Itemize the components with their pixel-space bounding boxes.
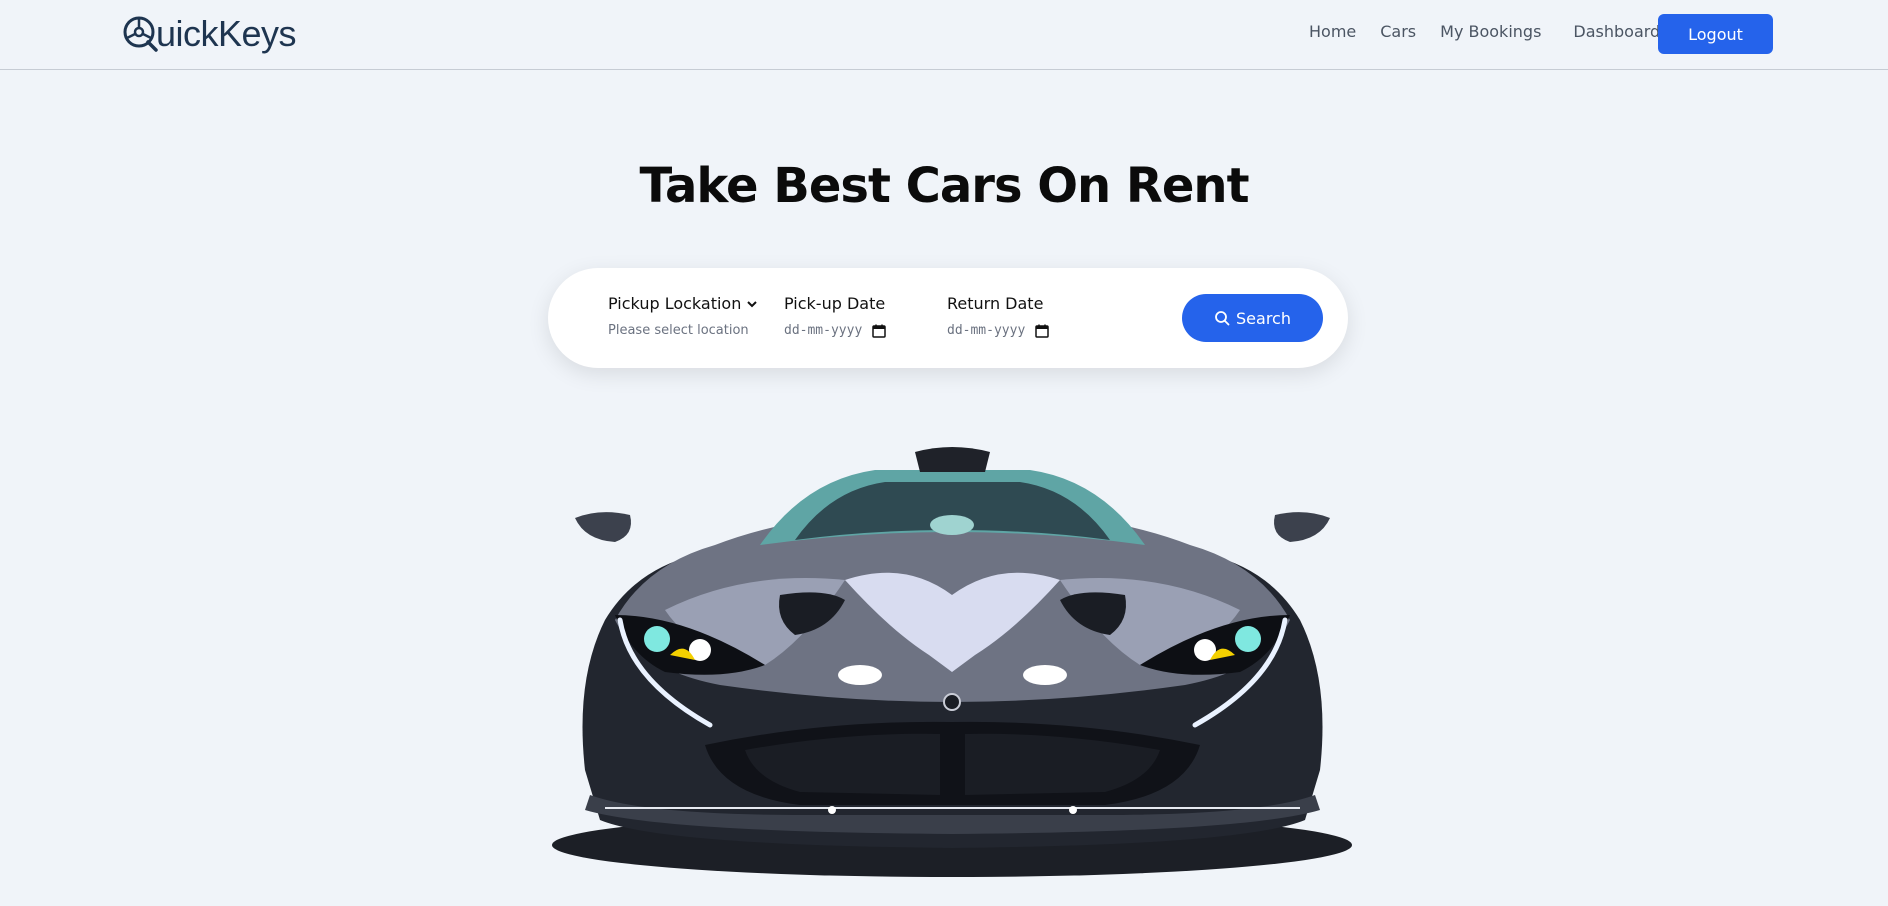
logo-text: uickKeys	[156, 13, 297, 54]
hero-title: Take Best Cars On Rent	[639, 158, 1249, 214]
steering-wheel-q-icon	[123, 16, 158, 52]
chevron-down-icon	[747, 300, 758, 307]
calendar-icon[interactable]	[1035, 324, 1050, 338]
nav-my-bookings-link[interactable]: My Bookings	[1440, 22, 1541, 41]
logo[interactable]: uickKeys	[122, 13, 297, 54]
navbar: uickKeys Home Cars My Bookings Dashboard…	[0, 0, 1888, 70]
search-bar: Pickup Lockation Please select location …	[548, 268, 1348, 368]
pickup-date-label: Pick-up Date	[784, 294, 886, 313]
nav-home-link[interactable]: Home	[1309, 22, 1356, 41]
pickup-location-label: Pickup Lockation	[608, 294, 742, 313]
pickup-date-field: Pick-up Date dd-mm-yyyy	[784, 294, 887, 338]
pickup-location-field[interactable]: Pickup Lockation Please select location	[608, 294, 758, 338]
pickup-date-placeholder: dd-mm-yyyy	[784, 323, 863, 338]
calendar-icon[interactable]	[872, 324, 887, 338]
nav-links: Home Cars My Bookings Dashboard	[1309, 22, 1660, 41]
nav-cars-link[interactable]: Cars	[1380, 22, 1416, 41]
nav-dashboard-link[interactable]: Dashboard	[1573, 22, 1660, 41]
search-icon	[1215, 311, 1230, 326]
return-date-label: Return Date	[947, 294, 1044, 313]
logout-button[interactable]: Logout	[1658, 14, 1773, 54]
hero-car-image	[552, 447, 1352, 877]
return-date-field: Return Date dd-mm-yyyy	[947, 294, 1050, 338]
pickup-date-input[interactable]: dd-mm-yyyy	[784, 323, 887, 338]
search-button-label: Search	[1236, 308, 1291, 328]
pickup-location-select[interactable]: Pickup Lockation	[608, 294, 758, 313]
return-date-input[interactable]: dd-mm-yyyy	[947, 323, 1050, 338]
search-button[interactable]: Search	[1182, 294, 1323, 342]
pickup-location-placeholder: Please select location	[608, 323, 749, 338]
return-date-placeholder: dd-mm-yyyy	[947, 323, 1026, 338]
